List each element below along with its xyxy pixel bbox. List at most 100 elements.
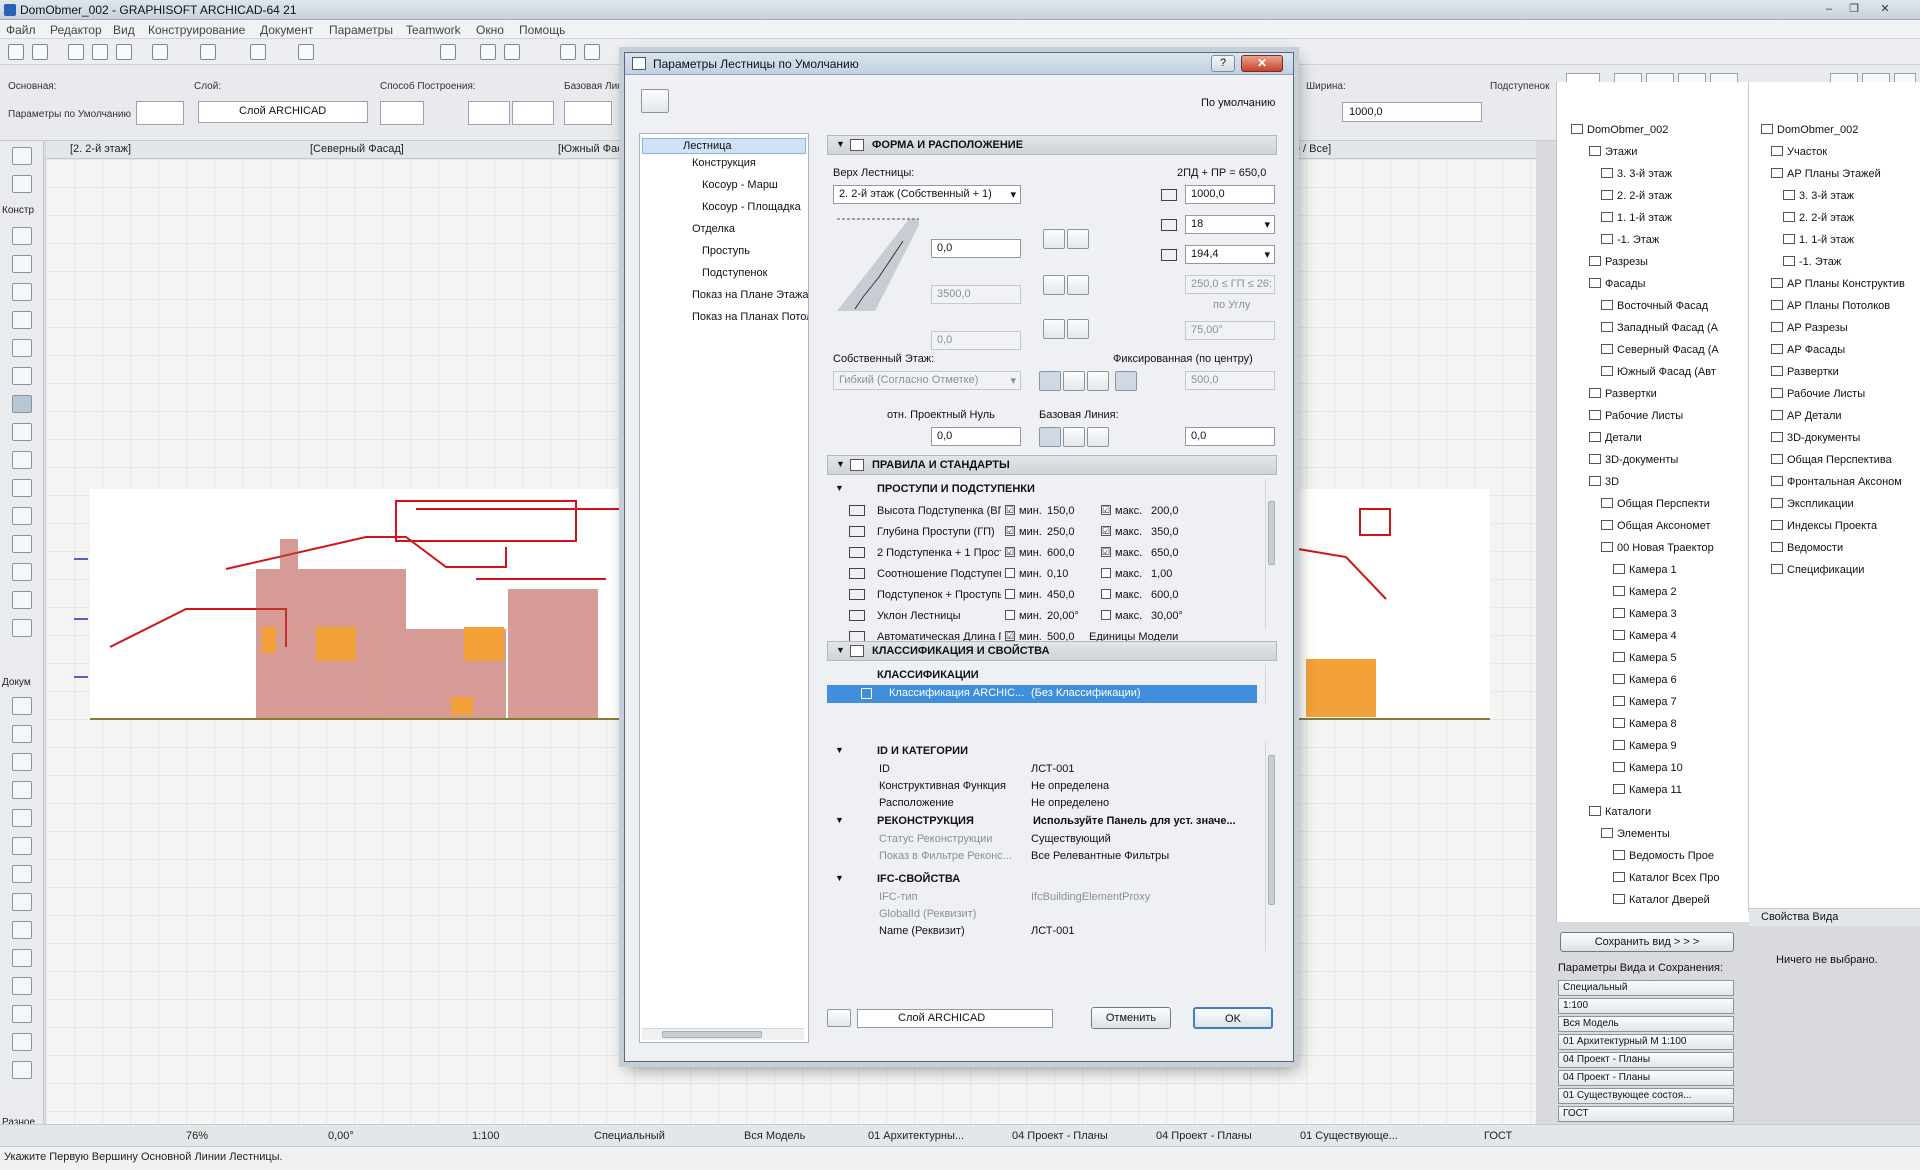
- view-map-item[interactable]: 3D-документы: [1771, 432, 1860, 444]
- view-setting-select[interactable]: 01 Существующее состоя...: [1558, 1088, 1734, 1104]
- project-map-item[interactable]: Общая Аксономет: [1601, 520, 1711, 532]
- project-map-item[interactable]: Этажи: [1589, 146, 1637, 158]
- gravity-icon[interactable]: [250, 44, 266, 60]
- project-map-item[interactable]: Камера 11: [1613, 784, 1682, 796]
- morph-tool[interactable]: [12, 563, 32, 581]
- change-tool[interactable]: [12, 1061, 32, 1079]
- elevation-tool[interactable]: [12, 977, 32, 995]
- property-row[interactable]: Расположение Не определено: [827, 795, 1259, 812]
- riser-height-field[interactable]: 194,4: [1185, 245, 1275, 264]
- baseline-button-1[interactable]: [1039, 427, 1061, 447]
- project-map-item[interactable]: Камера 9: [1613, 740, 1677, 752]
- project-map-item[interactable]: Западный Фасад (А: [1601, 322, 1718, 334]
- project-map-item[interactable]: -1. Этаж: [1601, 234, 1659, 246]
- view-map-item[interactable]: АР Планы Потолков: [1771, 300, 1890, 312]
- view-map-item[interactable]: АР Планы Конструктив: [1771, 278, 1905, 290]
- view-map-root[interactable]: DomObmer_002: [1761, 124, 1858, 136]
- tree-item-floor-plan[interactable]: Показ на Плане Этажа: [692, 289, 808, 301]
- project-map-item[interactable]: Каталог Дверей: [1613, 894, 1710, 906]
- classification-checkbox[interactable]: [861, 688, 872, 699]
- tree-item-stringer-flight[interactable]: Косоур - Марш: [702, 179, 778, 191]
- baseline-button-3[interactable]: [1087, 427, 1109, 447]
- tab-3d-all[interactable]: D / Все]: [1292, 143, 1331, 155]
- view-map-item[interactable]: АР Планы Этажей: [1771, 168, 1881, 180]
- menu-help[interactable]: Помощь: [519, 23, 565, 37]
- view-map-item[interactable]: Ведомости: [1771, 542, 1843, 554]
- rule-min-checkbox[interactable]: ☑: [1005, 526, 1015, 536]
- renovation-filter-value[interactable]: 01 Существующе...: [1300, 1130, 1398, 1142]
- top-select[interactable]: 2. 2-й этаж (Собственный + 1): [833, 185, 1021, 204]
- save-view-button[interactable]: Сохранить вид > > >: [1560, 932, 1734, 952]
- mesh-tool[interactable]: [12, 507, 32, 525]
- rule-min-checkbox[interactable]: [1005, 589, 1015, 599]
- baseline-button-2[interactable]: [1063, 427, 1085, 447]
- rule-min-value[interactable]: 600,0: [1047, 547, 1075, 559]
- dialog-layer-select[interactable]: Слой ARCHICAD: [857, 1009, 1053, 1028]
- method-select[interactable]: [380, 101, 424, 125]
- ok-button[interactable]: OK: [1193, 1007, 1273, 1029]
- inject-icon[interactable]: [116, 44, 132, 60]
- railing-tool[interactable]: [12, 423, 32, 441]
- view-setting-select[interactable]: Специальный: [1558, 980, 1734, 996]
- menu-view[interactable]: Вид: [113, 23, 135, 37]
- project-map-item[interactable]: Камера 8: [1613, 718, 1677, 730]
- section-classification-header[interactable]: ▼ КЛАССИФИКАЦИЯ И СВОЙСТВА: [827, 641, 1277, 661]
- lock-icon[interactable]: [440, 44, 456, 60]
- project-map-item[interactable]: Ведомость Прое: [1613, 850, 1714, 862]
- view-properties-header[interactable]: Свойства Вида: [1749, 908, 1920, 926]
- tread-depth-field[interactable]: 250,0 ≤ ГП ≤ 26:: [1185, 275, 1275, 294]
- segment-button-1[interactable]: [468, 101, 510, 125]
- rules-scrollbar[interactable]: [1265, 479, 1277, 629]
- beam-tool[interactable]: [12, 339, 32, 357]
- view-setting-select[interactable]: ГОСТ: [1558, 1106, 1734, 1122]
- angle-field[interactable]: 75,00°: [1185, 321, 1275, 340]
- project-map-item[interactable]: Камера 6: [1613, 674, 1677, 686]
- stair-width-field[interactable]: 1000,0: [1185, 185, 1275, 204]
- rule-min-checkbox[interactable]: [1005, 568, 1015, 578]
- rule-min-value[interactable]: 450,0: [1047, 589, 1075, 601]
- riser-count-field[interactable]: 18: [1185, 215, 1275, 234]
- project-map-item[interactable]: Камера 1: [1613, 564, 1677, 576]
- tread-type-button-1[interactable]: [1043, 275, 1065, 295]
- tree-item-stair[interactable]: Лестница: [642, 138, 806, 154]
- project-map-item[interactable]: 2. 2-й этаж: [1601, 190, 1672, 202]
- model-view-options-value[interactable]: 04 Проект - Планы: [1012, 1130, 1108, 1142]
- menu-teamwork[interactable]: Teamwork: [406, 23, 461, 37]
- view-map-item[interactable]: АР Фасады: [1771, 344, 1845, 356]
- stair-settings-button[interactable]: [136, 101, 184, 125]
- tab-north-facade[interactable]: [Северный Фасад]: [310, 143, 404, 155]
- project-map-item[interactable]: Камера 4: [1613, 630, 1677, 642]
- rule-max-checkbox[interactable]: ☑: [1101, 547, 1111, 557]
- arc-tool[interactable]: [12, 893, 32, 911]
- rule-max-value[interactable]: 650,0: [1151, 547, 1179, 559]
- view-map-item[interactable]: Рабочие Листы: [1771, 388, 1865, 400]
- window-tool[interactable]: [12, 283, 32, 301]
- pen-set-value[interactable]: 01 Архитектурны...: [868, 1130, 964, 1142]
- project-map-item[interactable]: Развертки: [1589, 388, 1657, 400]
- guide-icon[interactable]: [200, 44, 216, 60]
- rule-max-value[interactable]: 350,0: [1151, 526, 1179, 538]
- project-map-item[interactable]: 3D-документы: [1589, 454, 1678, 466]
- view-map-item[interactable]: 3. 3-й этаж: [1783, 190, 1854, 202]
- wall-tool[interactable]: [12, 227, 32, 245]
- select-icon[interactable]: [68, 44, 84, 60]
- rule-max-checkbox[interactable]: [1101, 610, 1111, 620]
- view-map-item[interactable]: Общая Перспектива: [1771, 454, 1892, 466]
- rule-max-checkbox[interactable]: [1101, 568, 1111, 578]
- project-map-item[interactable]: 00 Новая Траектор: [1601, 542, 1714, 554]
- circle-tool[interactable]: [12, 865, 32, 883]
- cancel-button[interactable]: Отменить: [1091, 1007, 1171, 1029]
- rule-max-value[interactable]: 600,0: [1151, 589, 1179, 601]
- view-map-item[interactable]: Развертки: [1771, 366, 1839, 378]
- grid-icon[interactable]: [298, 44, 314, 60]
- tree-item-structure[interactable]: Конструкция: [692, 157, 756, 169]
- properties-scrollbar[interactable]: [1265, 741, 1277, 951]
- riser-type-button-2[interactable]: [1067, 319, 1089, 339]
- bottom-offset-field[interactable]: 0,0: [931, 331, 1021, 350]
- rule-max-checkbox[interactable]: ☑: [1101, 526, 1111, 536]
- dimension-standard-value[interactable]: ГОСТ: [1484, 1130, 1512, 1142]
- stair-type-button-2[interactable]: [1067, 229, 1089, 249]
- project-map-item[interactable]: Детали: [1589, 432, 1642, 444]
- property-row[interactable]: IFC-тип IfcBuildingElementProxy: [827, 889, 1259, 906]
- column-tool[interactable]: [12, 311, 32, 329]
